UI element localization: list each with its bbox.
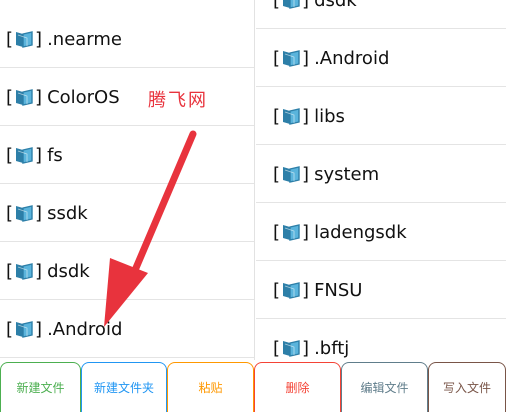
bracket-open: [: [273, 279, 281, 301]
file-name: libs: [314, 105, 345, 127]
folder-icon: [281, 280, 301, 300]
bracket-close: ]: [302, 0, 310, 11]
bracket-close: ]: [35, 86, 43, 108]
bracket-close: ]: [35, 28, 43, 50]
bracket-close: ]: [302, 105, 310, 127]
bracket-close: ]: [302, 47, 310, 69]
bottom-toolbar: 新建文件 新建文件夹 粘贴 删除 编辑文件 写入文件: [0, 360, 506, 412]
bracket-close: ]: [35, 260, 43, 282]
bracket-open: [: [273, 0, 281, 11]
folder-icon: [281, 338, 301, 358]
bracket-open: [: [6, 260, 14, 282]
edit-file-button[interactable]: 编辑文件: [341, 362, 428, 412]
folder-icon: [14, 319, 34, 339]
file-row[interactable]: [] ssdk: [0, 185, 254, 242]
file-name: ladengsdk: [314, 221, 407, 243]
folder-icon: [281, 0, 301, 10]
file-name: .bftj: [314, 337, 350, 359]
file-name: .Android: [314, 47, 390, 69]
file-row[interactable]: [] .bftj: [256, 320, 506, 360]
file-row[interactable]: [] FNSU: [256, 262, 506, 319]
folder-icon: [14, 261, 34, 281]
bracket-open: [: [6, 28, 14, 50]
file-row[interactable]: [] dsdk: [256, 0, 506, 29]
bracket-open: [: [273, 163, 281, 185]
file-row[interactable]: [] fs: [0, 127, 254, 184]
left-file-pane[interactable]: [] .nearme [] ColorOS [] fs [] ssdk [] dsdk […: [0, 0, 255, 360]
bracket-open: [: [6, 202, 14, 224]
folder-icon: [14, 87, 34, 107]
bracket-open: [: [6, 318, 14, 340]
file-name: ColorOS: [47, 86, 120, 108]
file-row[interactable]: [] system: [256, 146, 506, 203]
file-name: ssdk: [47, 202, 88, 224]
file-name: dsdk: [314, 0, 357, 11]
paste-button[interactable]: 粘贴: [167, 362, 254, 412]
file-row[interactable]: [] dsdk: [0, 243, 254, 300]
bracket-open: [: [273, 105, 281, 127]
file-row[interactable]: [] ladengsdk: [256, 204, 506, 261]
bracket-open: [: [6, 144, 14, 166]
delete-button[interactable]: 删除: [254, 362, 341, 412]
file-name: fs: [47, 144, 63, 166]
file-name: dsdk: [47, 260, 90, 282]
new-file-button[interactable]: 新建文件: [0, 362, 81, 412]
file-name: system: [314, 163, 380, 185]
file-row[interactable]: [] .Android: [0, 301, 254, 358]
file-manager-screen: [] .nearme [] ColorOS [] fs [] ssdk [] dsdk […: [0, 0, 506, 412]
file-row[interactable]: [] ColorOS: [0, 69, 254, 126]
bracket-close: ]: [302, 337, 310, 359]
bracket-open: [: [273, 221, 281, 243]
file-row[interactable]: [] .nearme: [0, 11, 254, 68]
watermark-text: 腾飞网: [148, 90, 208, 111]
file-name: .Android: [47, 318, 123, 340]
bracket-open: [: [273, 47, 281, 69]
bracket-open: [: [273, 337, 281, 359]
bracket-close: ]: [35, 144, 43, 166]
folder-icon: [281, 106, 301, 126]
bracket-open: [: [6, 86, 14, 108]
folder-icon: [281, 48, 301, 68]
file-name: FNSU: [314, 279, 363, 301]
folder-icon: [281, 222, 301, 242]
bracket-close: ]: [302, 221, 310, 243]
file-row[interactable]: [] libs: [256, 88, 506, 145]
new-folder-button[interactable]: 新建文件夹: [81, 362, 167, 412]
file-name: .nearme: [47, 28, 122, 50]
folder-icon: [14, 145, 34, 165]
folder-icon: [14, 203, 34, 223]
folder-icon: [14, 29, 34, 49]
write-file-button[interactable]: 写入文件: [428, 362, 506, 412]
bracket-close: ]: [35, 318, 43, 340]
folder-icon: [281, 164, 301, 184]
bracket-close: ]: [35, 202, 43, 224]
bracket-close: ]: [302, 163, 310, 185]
bracket-close: ]: [302, 279, 310, 301]
right-file-pane[interactable]: [] dsdk [] .Android [] libs [] system [] lade…: [256, 0, 506, 360]
file-row[interactable]: [] .Android: [256, 30, 506, 87]
